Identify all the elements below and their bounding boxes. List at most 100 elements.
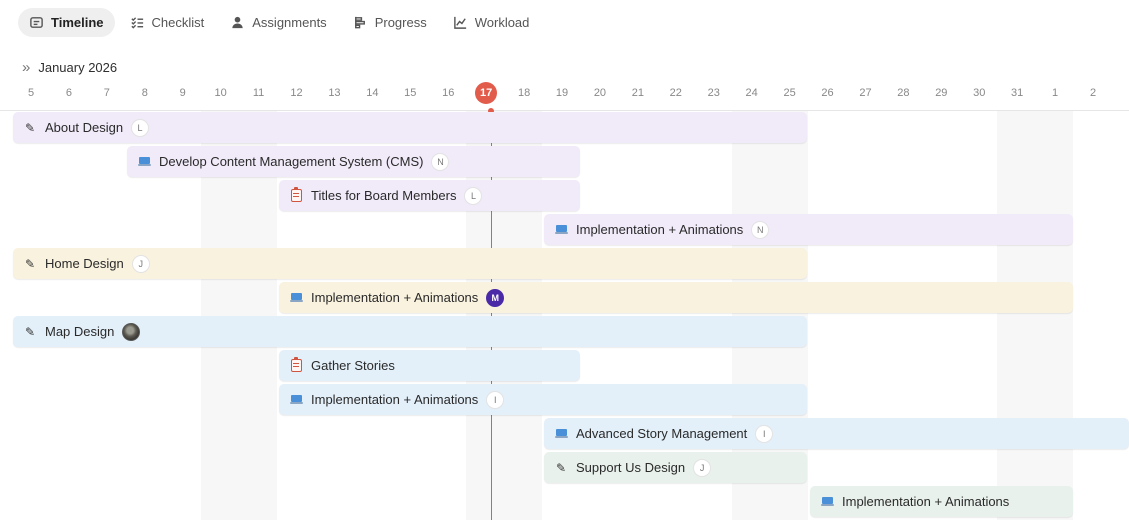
tab-label: Assignments (252, 15, 327, 30)
day-header: 5 6 7 8 9 10 11 12 13 14 15 16 17 18 19 20 21 22 23 24 25 26 2… (12, 82, 1129, 108)
task-bar[interactable]: Implementation + Animations N (544, 214, 1073, 245)
assignee-avatar-photo[interactable] (122, 322, 141, 341)
task-title: Implementation + Animations (842, 494, 1010, 509)
clipboard-icon (289, 357, 303, 373)
task-bar[interactable]: ✎ About Design L (13, 112, 807, 143)
assignee-avatar[interactable]: J (693, 458, 712, 477)
day-17: 17 (467, 82, 505, 104)
task-bar[interactable]: ✎ Home Design J (13, 248, 807, 279)
task-title: Map Design (45, 324, 115, 339)
assignee-avatar[interactable]: N (751, 220, 770, 239)
day-29: 29 (922, 82, 960, 104)
double-chevron-right-icon[interactable]: » (22, 60, 30, 75)
day-label: 20 (593, 87, 607, 99)
clipboard-icon (289, 187, 303, 203)
day-6: 6 (50, 82, 88, 104)
day-12: 12 (278, 82, 316, 104)
tab-progress[interactable]: Progress (342, 8, 438, 37)
day-label: 22 (669, 87, 682, 99)
progress-icon (354, 16, 365, 29)
day-15: 15 (391, 82, 429, 104)
task-bar[interactable]: Gather Stories (279, 350, 580, 381)
day-label: 21 (631, 87, 644, 99)
brush-icon: ✎ (24, 256, 36, 271)
task-bar[interactable]: Titles for Board Members L (279, 180, 580, 211)
day-11: 11 (240, 82, 278, 104)
task-bar[interactable]: Implementation + Animations I (279, 384, 807, 415)
assignee-avatar[interactable]: I (486, 390, 505, 409)
task-bar[interactable]: Implementation + Animations (810, 486, 1073, 517)
day-13: 13 (315, 82, 353, 104)
assignee-avatar[interactable]: L (131, 118, 150, 137)
day-27: 27 (846, 82, 884, 104)
day-label: 17 (475, 82, 498, 104)
tab-label: Checklist (151, 15, 205, 30)
laptop-icon (137, 155, 151, 169)
person-icon (232, 16, 243, 29)
day-24: 24 (733, 82, 771, 104)
day-19: 19 (543, 82, 581, 104)
day-16: 16 (429, 82, 467, 104)
day-26: 26 (809, 82, 847, 104)
tab-checklist[interactable]: Checklist (119, 8, 216, 37)
day-label: 10 (214, 87, 227, 99)
tab-assignments[interactable]: Assignments (219, 8, 337, 37)
view-tabs: Timeline Checklist Assignments Progress … (18, 8, 540, 37)
day-label: 14 (366, 87, 379, 99)
assignee-avatar[interactable]: I (755, 424, 774, 443)
assignee-avatar[interactable]: M (486, 288, 505, 307)
day-label: 2 (1089, 87, 1097, 99)
day-5: 5 (12, 82, 50, 104)
day-20: 20 (581, 82, 619, 104)
day-9: 9 (164, 82, 202, 104)
assignee-avatar[interactable]: N (431, 152, 450, 171)
tab-workload[interactable]: Workload (442, 8, 541, 37)
day-label: 12 (290, 87, 303, 99)
day-28: 28 (884, 82, 922, 104)
task-bar[interactable]: Develop Content Management System (CMS) N (127, 146, 580, 177)
task-title: Implementation + Animations (576, 222, 744, 237)
day-label: 9 (179, 87, 186, 99)
day-label: 18 (517, 87, 531, 99)
day-1: 1 (1036, 82, 1074, 104)
day-label: 23 (707, 87, 720, 99)
day-label: 6 (65, 87, 72, 99)
day-31: 31 (998, 82, 1036, 104)
checklist-icon (130, 17, 143, 29)
tab-label: Progress (374, 15, 427, 30)
day-label: 25 (783, 87, 796, 99)
day-label: 13 (328, 87, 341, 99)
task-bar[interactable]: Implementation + Animations M (279, 282, 1073, 313)
timeline-icon (30, 17, 43, 28)
day-14: 14 (353, 82, 391, 104)
day-label: 27 (859, 87, 872, 99)
brush-icon: ✎ (555, 460, 567, 475)
task-title: Advanced Story Management (576, 426, 748, 441)
chart-icon (453, 16, 466, 29)
tab-label: Timeline (51, 15, 104, 30)
assignee-avatar[interactable]: L (464, 186, 483, 205)
laptop-icon (820, 495, 834, 509)
day-10: 10 (202, 82, 240, 104)
day-label: 26 (821, 87, 834, 99)
tab-timeline[interactable]: Timeline (18, 8, 115, 37)
day-label: 29 (935, 87, 948, 99)
task-title: Develop Content Management System (CMS) (159, 154, 424, 169)
tab-label: Workload (474, 15, 530, 30)
laptop-icon (554, 427, 568, 441)
task-bar[interactable]: Advanced Story Management I (544, 418, 1129, 449)
day-label: 7 (103, 87, 110, 99)
day-label: 31 (1011, 87, 1024, 99)
day-label: 19 (555, 87, 569, 99)
task-title: Support Us Design (576, 460, 686, 475)
day-25: 25 (771, 82, 809, 104)
task-title: Titles for Board Members (311, 188, 457, 203)
task-title: About Design (45, 120, 124, 135)
day-8: 8 (126, 82, 164, 104)
day-7: 7 (88, 82, 126, 104)
task-bar[interactable]: ✎ Map Design (13, 316, 807, 347)
task-bar[interactable]: ✎ Support Us Design J (544, 452, 807, 483)
brush-icon: ✎ (24, 324, 36, 339)
assignee-avatar[interactable]: J (131, 254, 150, 273)
day-label: 28 (897, 87, 910, 99)
